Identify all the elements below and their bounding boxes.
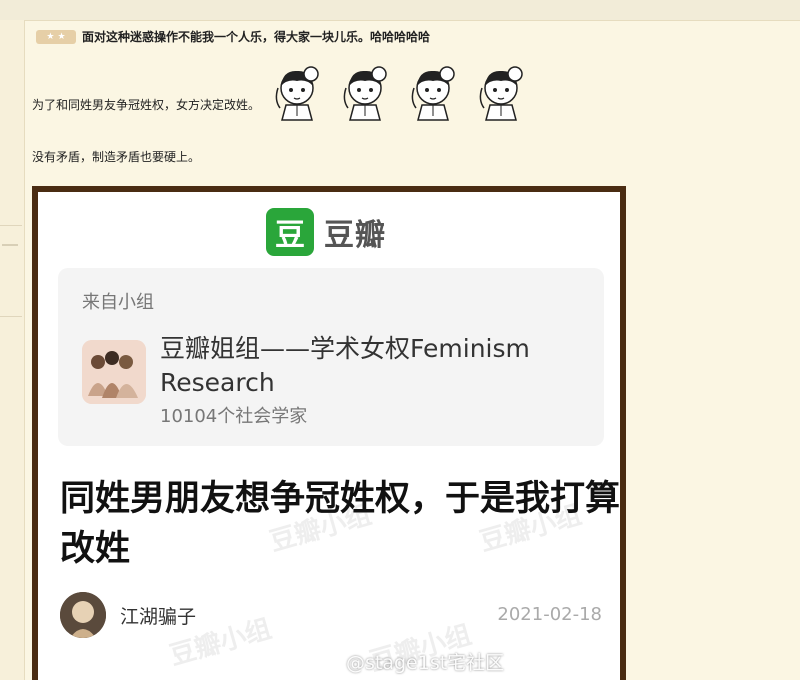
group-member-count: 10104个社会学家 bbox=[160, 406, 308, 427]
post-date: 2021-02-18 bbox=[497, 604, 602, 625]
left-column-box bbox=[0, 225, 22, 317]
author-avatar[interactable] bbox=[60, 592, 106, 638]
post-line-2: 没有矛盾，制造矛盾也要硬上。 bbox=[32, 150, 201, 164]
star-icon: ★ bbox=[46, 31, 55, 42]
from-group-label: 来自小组 bbox=[82, 292, 154, 313]
post-header-text: 面对这种迷惑操作不能我一个人乐，得大家一块儿乐。哈哈哈哈哈 bbox=[82, 30, 431, 44]
group-avatar bbox=[82, 340, 146, 404]
anime-girl-sticker-icon bbox=[411, 66, 455, 121]
anime-girl-sticker-icon bbox=[275, 66, 319, 121]
top-band bbox=[0, 0, 800, 21]
embedded-screenshot: 豆 豆瓣 来自小组 豆瓣姐组——学术女权Feminism Research 10… bbox=[32, 186, 626, 680]
post-title: 同姓男朋友想争冠姓权，于是我打算改姓 bbox=[60, 479, 621, 569]
post-header: ★ ★ 面对这种迷惑操作不能我一个人乐，得大家一块儿乐。哈哈哈哈哈 bbox=[36, 28, 430, 45]
group-avatar-art-icon bbox=[82, 340, 146, 404]
weibo-watermark: @stage1st宅社区 bbox=[316, 648, 504, 675]
group-name[interactable]: 豆瓣姐组——学术女权Feminism Research bbox=[160, 332, 580, 400]
douban-logo-text: 豆瓣 bbox=[324, 218, 386, 253]
group-card[interactable]: 来自小组 豆瓣姐组——学术女权Feminism Research 10104个社… bbox=[58, 268, 604, 446]
left-column-tick bbox=[2, 244, 18, 246]
sticker-row bbox=[266, 64, 532, 122]
post-line-1: 为了和同姓男友争冠姓权，女方决定改姓。 bbox=[32, 98, 261, 112]
star-icon: ★ bbox=[57, 31, 66, 42]
rating-badge: ★ ★ bbox=[36, 29, 76, 44]
author-avatar-art-icon bbox=[60, 592, 106, 638]
douban-logo-icon: 豆 bbox=[266, 208, 314, 256]
author-name[interactable]: 江湖骗子 bbox=[120, 602, 196, 629]
weibo-watermark-text: @stage1st宅社区 bbox=[346, 652, 505, 674]
weibo-logo-icon bbox=[317, 654, 340, 671]
left-column bbox=[0, 20, 25, 680]
anime-girl-sticker-icon bbox=[479, 66, 523, 121]
douban-logo: 豆 豆瓣 bbox=[266, 208, 386, 256]
anime-girl-sticker-icon bbox=[343, 66, 387, 121]
